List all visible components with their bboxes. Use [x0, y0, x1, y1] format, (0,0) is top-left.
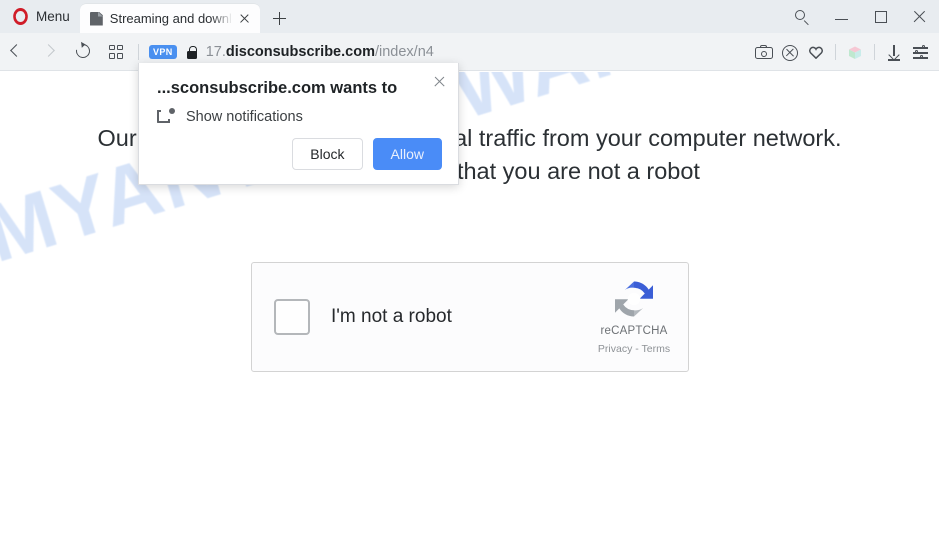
browser-window: Menu Streaming and downlo VPN 17.discons…	[0, 0, 939, 558]
window-controls	[783, 0, 939, 33]
toolbar-divider	[138, 43, 139, 60]
tab-title: Streaming and downlo	[109, 11, 234, 26]
tab-strip: Menu Streaming and downlo	[0, 0, 939, 33]
opera-menu-button[interactable]: Menu	[0, 0, 80, 33]
popup-title: ...sconsubscribe.com wants to	[157, 79, 398, 97]
url-text[interactable]: 17.disconsubscribe.com/index/n4	[206, 44, 434, 60]
recaptcha-branding: reCAPTCHA Privacy - Terms	[593, 276, 675, 355]
adblock-shield-icon[interactable]	[777, 33, 803, 71]
recaptcha-widget[interactable]: I'm not a robot reCAPTCHA Privacy - Term…	[251, 262, 689, 372]
reload-icon[interactable]	[66, 33, 99, 71]
toolbar-actions	[751, 33, 933, 71]
heart-icon[interactable]	[803, 33, 829, 71]
settings-sliders-icon[interactable]	[907, 33, 933, 71]
close-icon[interactable]	[900, 0, 939, 33]
permission-label: Show notifications	[186, 108, 303, 125]
close-icon[interactable]	[236, 10, 254, 28]
download-icon[interactable]	[881, 33, 907, 71]
plus-icon[interactable]	[264, 4, 294, 33]
camera-icon[interactable]	[751, 33, 777, 71]
browser-tab[interactable]: Streaming and downlo	[79, 4, 260, 33]
notification-permission-popup: ...sconsubscribe.com wants to Show notif…	[138, 63, 459, 185]
opera-logo-icon	[13, 8, 28, 25]
maximize-icon[interactable]	[861, 0, 900, 33]
allow-button[interactable]: Allow	[372, 138, 442, 170]
vpn-badge[interactable]: VPN	[149, 44, 177, 59]
close-icon[interactable]	[429, 71, 449, 91]
popup-actions: Block Allow	[292, 138, 442, 170]
grid-icon[interactable]	[99, 33, 132, 71]
block-button[interactable]: Block	[292, 138, 363, 170]
recaptcha-logo-icon	[608, 276, 660, 322]
search-icon[interactable]	[783, 0, 822, 33]
toolbar-divider	[874, 44, 875, 60]
recaptcha-brand-text: reCAPTCHA	[600, 325, 668, 337]
minimize-icon[interactable]	[822, 0, 861, 33]
url-prefix: 17.	[205, 43, 226, 60]
notification-icon	[157, 108, 175, 125]
menu-label: Menu	[36, 9, 70, 24]
lock-icon[interactable]	[186, 45, 198, 59]
cube-icon[interactable]	[842, 33, 868, 71]
chevron-right-icon[interactable]	[33, 33, 66, 71]
recaptcha-links[interactable]: Privacy - Terms	[593, 343, 675, 355]
url-path: /index/n4	[374, 43, 434, 60]
toolbar-divider	[835, 44, 836, 60]
recaptcha-label: I'm not a robot	[331, 306, 452, 327]
page-icon	[90, 12, 103, 26]
chevron-left-icon[interactable]	[0, 33, 33, 71]
permission-row: Show notifications	[157, 108, 303, 125]
checkbox-unchecked-icon[interactable]	[274, 299, 310, 335]
url-host: disconsubscribe.com	[225, 43, 375, 60]
